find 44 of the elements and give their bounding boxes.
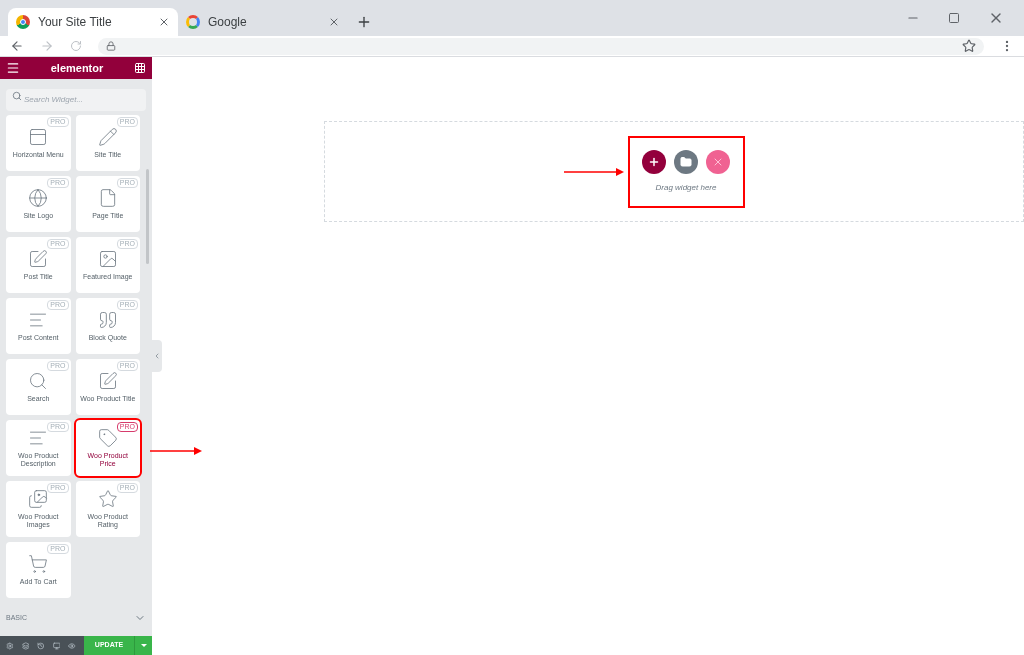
search-icon bbox=[28, 371, 49, 391]
folder-icon bbox=[680, 155, 692, 168]
add-button[interactable] bbox=[642, 149, 666, 174]
template-button[interactable] bbox=[674, 149, 698, 174]
plus-icon bbox=[648, 155, 660, 168]
chevron-left-icon bbox=[153, 352, 161, 360]
price-tag-icon bbox=[97, 428, 118, 448]
browser-logo-icon bbox=[16, 15, 30, 29]
drop-hint: Drag widget here bbox=[655, 181, 717, 194]
history-icon[interactable] bbox=[37, 640, 45, 651]
menu-icon[interactable] bbox=[6, 61, 20, 75]
settings-icon[interactable] bbox=[6, 640, 14, 651]
star-icon bbox=[97, 489, 118, 509]
bookmark-star-icon[interactable] bbox=[962, 39, 976, 53]
caret-icon bbox=[140, 644, 147, 647]
grid-icon[interactable] bbox=[134, 62, 146, 74]
ai-button[interactable] bbox=[706, 149, 730, 174]
arrow-drawing bbox=[150, 447, 202, 455]
globe-icon bbox=[28, 188, 49, 208]
close-tab-icon[interactable] bbox=[158, 16, 170, 28]
edit-icon bbox=[28, 249, 49, 269]
monitor-icon[interactable] bbox=[52, 640, 61, 651]
quote-icon bbox=[97, 310, 118, 330]
images-icon bbox=[28, 489, 49, 509]
edit-icon bbox=[97, 371, 118, 391]
browser-tab[interactable]: Your Site Title bbox=[8, 8, 178, 36]
arrow-drawing bbox=[563, 167, 624, 176]
lock-icon bbox=[106, 41, 116, 51]
search-engine-logo-icon bbox=[186, 15, 200, 29]
collapse-handle[interactable] bbox=[152, 340, 162, 372]
eye-icon[interactable] bbox=[68, 640, 76, 651]
layers-icon[interactable] bbox=[21, 640, 30, 651]
back-icon[interactable] bbox=[10, 39, 24, 53]
image-icon bbox=[97, 249, 118, 269]
close-tab-icon[interactable] bbox=[328, 16, 340, 28]
search-icon bbox=[12, 91, 22, 101]
new-tab-icon[interactable] bbox=[356, 14, 372, 30]
search-field[interactable]: Search Widget... bbox=[6, 88, 146, 111]
pencil-icon bbox=[97, 127, 118, 147]
cart-icon bbox=[28, 554, 49, 574]
panel-icon bbox=[28, 127, 49, 147]
maximize-icon[interactable] bbox=[948, 12, 960, 24]
brand-logo: elementor bbox=[50, 60, 104, 76]
save-options-button[interactable] bbox=[134, 636, 152, 655]
